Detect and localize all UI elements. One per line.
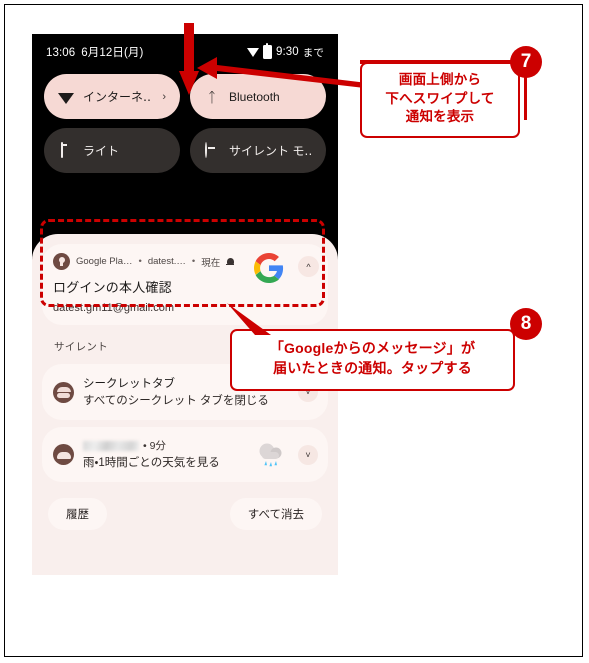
do-not-disturb-icon [204, 141, 220, 159]
notification-account: datest.… [147, 256, 186, 267]
rain-cloud-icon [255, 442, 287, 468]
notification-body: すべてのシークレット タブを閉じる [83, 395, 269, 407]
history-button[interactable]: 履歴 [48, 498, 107, 530]
header-separator: • [138, 256, 142, 267]
shade-action-buttons: 履歴 すべて消去 [42, 482, 328, 530]
qs-tile-label: ライト [83, 144, 120, 158]
google-g-icon [254, 253, 284, 283]
callout-7: 画面上側から 下へスワイプして 通知を表示 [360, 62, 520, 138]
chevron-up-icon[interactable]: ^ [298, 256, 319, 277]
qs-tile-internet[interactable]: インターネ‥ › [44, 74, 180, 119]
clear-all-button[interactable]: すべて消去 [229, 498, 322, 530]
callout-7-line1: 画面上側から [398, 72, 482, 87]
qs-tile-label: インターネ‥ [83, 90, 152, 104]
chevron-right-icon[interactable]: › [162, 91, 166, 103]
flashlight-icon [58, 141, 74, 159]
callout-7-line2: 下へスワイプして [385, 90, 495, 106]
status-date: 6月12日(月) [81, 47, 144, 59]
weather-cloud-icon [53, 444, 74, 465]
notification-weather[interactable]: • 9分 雨・1時間ごとの天気を見る ˅ [42, 427, 328, 482]
status-bar-left: 13:06 6月12日(月) [46, 44, 143, 60]
callout-7-line3: 通知を表示 [405, 109, 475, 125]
callout-7-badge: 7 [510, 46, 542, 78]
key-badge-icon [53, 253, 70, 270]
wifi-icon [58, 89, 74, 105]
notification-time: • 9分 [143, 440, 166, 452]
qs-tile-flashlight[interactable]: ライト [44, 128, 180, 173]
phone-screen: 13:06 6月12日(月) 9:30 まで インターネ‥ › ᛏ Blueto… [32, 34, 338, 575]
phone-screenshot: 13:06 6月12日(月) 9:30 まで インターネ‥ › ᛏ Blueto… [32, 34, 338, 575]
notification-shade: Google Pla… • datest.… • 現在 ログインの本人確認 da… [32, 234, 338, 575]
incognito-icon [53, 381, 74, 403]
page-frame: 13:06 6月12日(月) 9:30 まで インターネ‥ › ᛏ Blueto… [4, 4, 583, 657]
notification-app-name-blurred: • 9分 [83, 438, 246, 453]
notification-body: 雨・1時間ごとの天気を見る [83, 457, 220, 469]
notification-app-name: Google Pla… [76, 256, 133, 267]
callout-8: 「Googleからのメッセージ」が 届いたときの通知。タップする [230, 329, 515, 391]
status-time: 13:06 [46, 47, 76, 59]
qs-tile-do-not-disturb[interactable]: サイレント モ‥ [190, 128, 326, 173]
bell-icon [226, 257, 235, 266]
blurred-app-name [83, 440, 139, 451]
chevron-down-icon[interactable]: ˅ [298, 444, 318, 465]
notification-text: • 9分 雨・1時間ごとの天気を見る [83, 438, 246, 471]
pointer-arrow-to-notification [227, 303, 271, 335]
wifi-icon [247, 47, 259, 57]
notification-google-signin[interactable]: Google Pla… • datest.… • 現在 ログインの本人確認 da… [42, 244, 328, 325]
callout-8-badge: 8 [510, 308, 542, 340]
header-separator: • [191, 256, 196, 267]
qs-tile-label: サイレント モ‥ [229, 144, 312, 158]
notification-time: 現在 [201, 257, 221, 269]
callout-8-line2: 届いたときの通知。タップする [273, 359, 472, 376]
callout-8-line1: 「Googleからのメッセージ」が [269, 340, 476, 356]
